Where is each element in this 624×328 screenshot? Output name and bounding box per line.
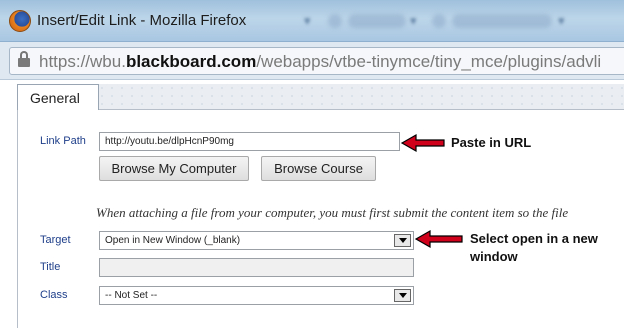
class-label: Class [40,289,68,301]
link-path-input[interactable]: http://youtu.be/dlpHcnP90mg [99,132,400,151]
annotation-paste-url: Paste in URL [451,135,532,150]
window-titlebar: Insert/Edit Link - Mozilla Firefox ▾ ▾ ▾ [0,0,624,42]
target-selected-value: Open in New Window (_blank) [105,235,241,246]
class-selected-value: -- Not Set -- [105,290,158,301]
chevron-down-icon[interactable] [394,289,411,302]
chevron-down-icon[interactable] [394,234,411,247]
url-domain: blackboard.com [125,52,257,71]
dropdown-marker-icon: ▾ [410,13,417,28]
dropdown-marker-icon: ▾ [304,13,311,28]
blurred-icon [432,14,446,28]
target-select[interactable]: Open in New Window (_blank) [99,231,414,250]
class-select[interactable]: -- Not Set -- [99,286,414,305]
address-bar-area: https://wbu.blackboard.com/webapps/vtbe-… [0,42,624,80]
dropdown-marker-icon: ▾ [558,13,565,28]
link-path-label: Link Path [40,135,86,147]
blurred-icon [328,14,342,28]
annotation-select-line2: window [470,249,518,264]
dialog-tab-strip: General [17,84,624,111]
address-field[interactable]: https://wbu.blackboard.com/webapps/vtbe-… [9,47,624,75]
blurred-tab-logins[interactable] [348,14,406,28]
firefox-logo-icon [9,10,31,32]
window-title: Insert/Edit Link - Mozilla Firefox [37,12,247,29]
browse-course-button[interactable]: Browse Course [261,156,376,181]
title-label: Title [40,261,61,273]
blurred-tab-strip: ▾ ▾ ▾ [300,8,624,34]
url-text: https://wbu.blackboard.com/webapps/vtbe-… [39,52,601,72]
red-arrow-icon [400,133,445,153]
attach-note: When attaching a file from your computer… [96,205,569,220]
blurred-tab-bookmarks[interactable] [452,14,552,28]
red-arrow-icon [414,229,463,249]
browse-my-computer-button[interactable]: Browse My Computer [99,156,249,181]
target-label: Target [40,234,71,246]
tab-general[interactable]: General [17,84,99,111]
url-prefix: https://wbu. [39,52,126,71]
title-input[interactable] [99,258,414,277]
lock-icon [18,51,30,68]
annotation-select-line1: Select open in a new [470,231,598,246]
url-path: /webapps/vtbe-tinymce/tiny_mce/plugins/a… [256,52,602,71]
